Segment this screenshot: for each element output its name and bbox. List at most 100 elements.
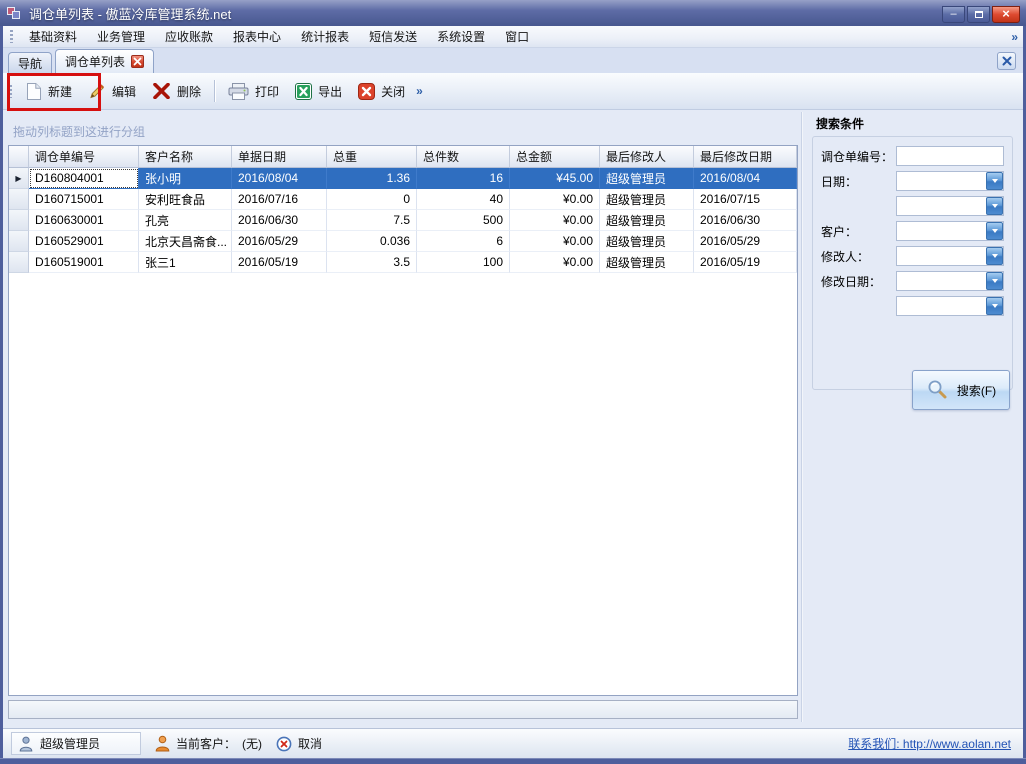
- column-header[interactable]: 单据日期: [232, 146, 327, 168]
- table-cell[interactable]: 0.036: [327, 231, 417, 252]
- close-tab-button[interactable]: 关闭: [350, 78, 413, 105]
- search-modify-date-to-combo[interactable]: [896, 296, 1004, 316]
- column-header[interactable]: 调仓单编号: [29, 146, 139, 168]
- chevron-down-icon[interactable]: [986, 272, 1003, 290]
- menu-overflow-icon[interactable]: »: [1011, 30, 1023, 44]
- table-cell[interactable]: 0: [327, 189, 417, 210]
- table-cell[interactable]: 2016/08/04: [232, 168, 327, 189]
- column-header[interactable]: 最后修改人: [600, 146, 694, 168]
- table-cell[interactable]: D160630001: [29, 210, 139, 231]
- column-header[interactable]: 客户名称: [139, 146, 232, 168]
- table-cell[interactable]: ¥0.00: [510, 210, 600, 231]
- close-document-button[interactable]: [997, 52, 1016, 70]
- table-row[interactable]: D160630001孔亮2016/06/307.5500¥0.00超级管理员20…: [9, 210, 797, 231]
- table-row[interactable]: D160529001北京天昌斋食...2016/05/290.0366¥0.00…: [9, 231, 797, 252]
- table-cell[interactable]: 100: [417, 252, 510, 273]
- export-button[interactable]: 导出: [287, 78, 350, 105]
- table-cell[interactable]: ¥0.00: [510, 189, 600, 210]
- tab-navigation[interactable]: 导航: [8, 52, 52, 73]
- menu-item-2[interactable]: 业务管理: [87, 25, 155, 48]
- table-cell[interactable]: 超级管理员: [600, 168, 694, 189]
- table-cell[interactable]: 500: [417, 210, 510, 231]
- table-cell[interactable]: 超级管理员: [600, 231, 694, 252]
- delete-button[interactable]: 删除: [144, 78, 209, 105]
- horizontal-scrollbar[interactable]: [8, 700, 798, 719]
- chevron-down-icon[interactable]: [986, 222, 1003, 240]
- table-cell[interactable]: D160715001: [29, 189, 139, 210]
- menu-item-6[interactable]: 短信发送: [359, 25, 427, 48]
- table-cell[interactable]: 2016/07/15: [694, 189, 797, 210]
- table-cell[interactable]: ¥0.00: [510, 231, 600, 252]
- cancel-customer-button[interactable]: 取消: [276, 735, 322, 752]
- table-cell[interactable]: 北京天昌斋食...: [139, 231, 232, 252]
- table-row[interactable]: D160715001安利旺食品2016/07/16040¥0.00超级管理员20…: [9, 189, 797, 210]
- menu-item-8[interactable]: 窗口: [495, 25, 539, 48]
- search-modifier-combo[interactable]: [896, 246, 1004, 266]
- table-cell[interactable]: 2016/05/29: [694, 231, 797, 252]
- table-cell[interactable]: ¥0.00: [510, 252, 600, 273]
- table-cell[interactable]: 2016/05/19: [694, 252, 797, 273]
- search-button[interactable]: 搜索(F): [912, 370, 1010, 410]
- column-header[interactable]: 总重: [327, 146, 417, 168]
- table-cell[interactable]: D160529001: [29, 231, 139, 252]
- maximize-button[interactable]: [967, 6, 990, 23]
- chevron-down-icon[interactable]: [986, 197, 1003, 215]
- minimize-button[interactable]: –: [942, 6, 965, 23]
- row-indicator[interactable]: [9, 231, 29, 252]
- menu-item-7[interactable]: 系统设置: [427, 25, 495, 48]
- table-cell[interactable]: 2016/06/30: [232, 210, 327, 231]
- print-button[interactable]: 打印: [220, 78, 287, 105]
- menu-item-3[interactable]: 应收账款: [155, 25, 223, 48]
- chevron-down-icon[interactable]: [986, 247, 1003, 265]
- table-cell[interactable]: D160804001: [29, 168, 139, 189]
- table-cell[interactable]: 张三1: [139, 252, 232, 273]
- table-cell[interactable]: 40: [417, 189, 510, 210]
- table-cell[interactable]: 孔亮: [139, 210, 232, 231]
- table-cell[interactable]: D160519001: [29, 252, 139, 273]
- column-header[interactable]: 总件数: [417, 146, 510, 168]
- table-cell[interactable]: 超级管理员: [600, 210, 694, 231]
- chevron-down-icon[interactable]: [986, 172, 1003, 190]
- panel-splitter[interactable]: [801, 112, 802, 722]
- row-indicator[interactable]: [9, 210, 29, 231]
- table-cell[interactable]: 1.36: [327, 168, 417, 189]
- table-cell[interactable]: 16: [417, 168, 510, 189]
- search-order-no-input[interactable]: [896, 146, 1004, 166]
- row-indicator[interactable]: [9, 189, 29, 210]
- menu-item-4[interactable]: 报表中心: [223, 25, 291, 48]
- table-cell[interactable]: ¥45.00: [510, 168, 600, 189]
- table-cell[interactable]: 2016/07/16: [232, 189, 327, 210]
- chevron-down-icon[interactable]: [986, 297, 1003, 315]
- search-modify-date-from-combo[interactable]: [896, 271, 1004, 291]
- column-header[interactable]: 总金额: [510, 146, 600, 168]
- table-cell[interactable]: 3.5: [327, 252, 417, 273]
- table-cell[interactable]: 安利旺食品: [139, 189, 232, 210]
- table-cell[interactable]: 2016/08/04: [694, 168, 797, 189]
- search-date-to-combo[interactable]: [896, 196, 1004, 216]
- new-button[interactable]: 新建: [18, 77, 80, 106]
- search-date-from-combo[interactable]: [896, 171, 1004, 191]
- menu-grip-handle[interactable]: [10, 30, 13, 43]
- table-cell[interactable]: 2016/05/29: [232, 231, 327, 252]
- toolbar-grip-handle[interactable]: [9, 85, 12, 98]
- menu-item-5[interactable]: 统计报表: [291, 25, 359, 48]
- search-customer-combo[interactable]: [896, 221, 1004, 241]
- table-cell[interactable]: 2016/06/30: [694, 210, 797, 231]
- column-header[interactable]: 最后修改日期: [694, 146, 797, 168]
- table-row[interactable]: ▶D160804001张小明2016/08/041.3616¥45.00超级管理…: [9, 168, 797, 189]
- close-button[interactable]: ×: [992, 6, 1020, 23]
- toolbar-overflow-icon[interactable]: »: [416, 84, 423, 98]
- table-cell[interactable]: 6: [417, 231, 510, 252]
- table-cell[interactable]: 7.5: [327, 210, 417, 231]
- edit-button[interactable]: 编辑: [80, 77, 144, 105]
- table-cell[interactable]: 2016/05/19: [232, 252, 327, 273]
- table-cell[interactable]: 超级管理员: [600, 189, 694, 210]
- contact-link[interactable]: 联系我们: http://www.aolan.net: [848, 735, 1015, 752]
- row-indicator[interactable]: [9, 252, 29, 273]
- table-cell[interactable]: 张小明: [139, 168, 232, 189]
- selected-row-indicator[interactable]: ▶: [9, 168, 29, 189]
- tab-transfer-list[interactable]: 调仓单列表: [55, 49, 154, 73]
- tab-close-icon[interactable]: [131, 55, 144, 68]
- table-row[interactable]: D160519001张三12016/05/193.5100¥0.00超级管理员2…: [9, 252, 797, 273]
- menu-item-1[interactable]: 基础资料: [19, 25, 87, 48]
